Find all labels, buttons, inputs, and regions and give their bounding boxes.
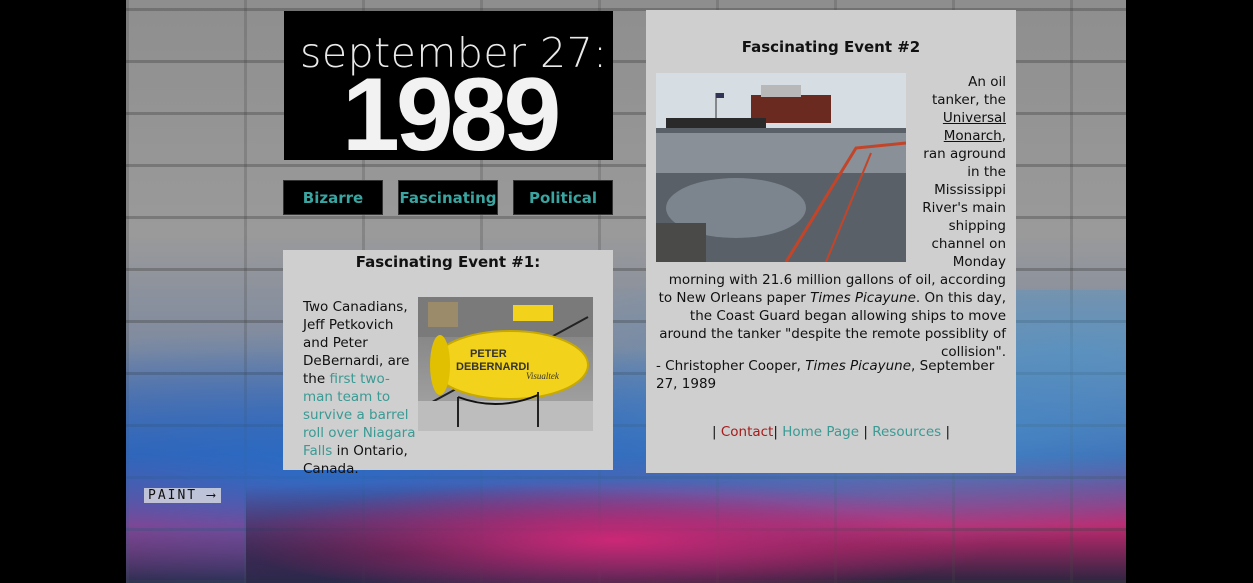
barrel-text-1: PETER [470,348,507,360]
graffiti-pink-area [246,470,1066,583]
paint-sign: PAINT ⟶ [144,488,221,503]
universal-monarch-link[interactable]: Universal Monarch [943,110,1006,144]
nav-fascinating-button[interactable]: Fascinating [398,180,498,215]
nav-political-button[interactable]: Political [513,180,613,215]
barrel-text-2: DEBERNARDI [456,361,529,373]
event1-text: Two Canadians, Jeff Petkovich and Peter … [303,299,416,477]
date-banner: september 27: 1989 [284,11,613,160]
event2-citation: - Christopher Cooper, Times Picayune, Se… [656,358,995,392]
event2-body: An oil tanker, the Universal Monarch, ra… [658,74,1006,360]
footer-links: | Contact| Home Page | Resources | [711,424,951,440]
nav-bizarre-button[interactable]: Bizarre [283,180,383,215]
banner-year: 1989 [342,57,561,160]
home-page-link[interactable]: Home Page [782,424,859,440]
contact-link[interactable]: Contact [721,424,774,440]
event1-panel: Fascinating Event #1: Two Canadians, Jef… [283,250,613,477]
event2-panel: Fascinating Event #2 An oil tanker, the … [646,10,1016,473]
barrel-photo: PETER DEBERNARDI Visualtek [418,297,593,431]
event1-title: Fascinating Event #1: [355,253,541,271]
barrel-text-3: Visualtek [526,371,560,381]
event2-title: Fascinating Event #2 [741,38,921,56]
resources-link[interactable]: Resources [872,424,941,440]
